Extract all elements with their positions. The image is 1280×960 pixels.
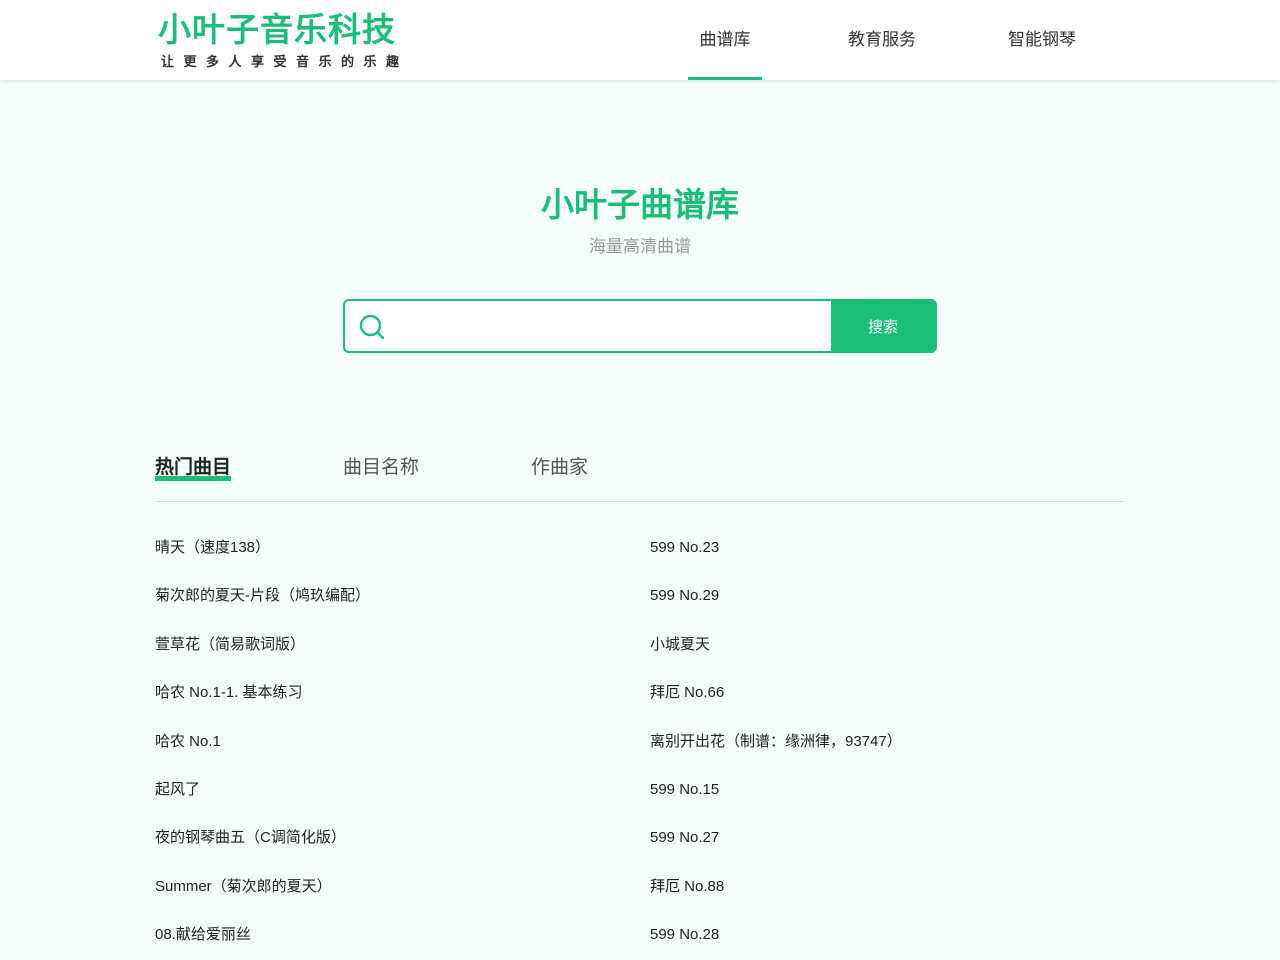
- song-list-right-column: 599 No.23 599 No.29 小城夏天 拜厄 No.66 离别开出花（…: [650, 524, 1120, 960]
- search-box: 搜索: [343, 299, 937, 353]
- list-item[interactable]: 599 No.29: [650, 572, 1120, 620]
- list-item[interactable]: 起风了: [155, 766, 625, 814]
- nav-item-smart-piano[interactable]: 智能钢琴: [1008, 0, 1076, 80]
- list-item[interactable]: 599 No.15: [650, 766, 1120, 814]
- tab-song-names[interactable]: 曲目名称: [343, 447, 419, 487]
- list-item[interactable]: 599 No.27: [650, 814, 1120, 862]
- song-category-tabs: 热门曲目 曲目名称 作曲家: [155, 447, 1125, 502]
- tab-popular-songs[interactable]: 热门曲目: [155, 447, 232, 487]
- list-item[interactable]: 菊次郎的夏天-片段（鸠玖编配）: [155, 572, 625, 620]
- search-button[interactable]: 搜索: [831, 301, 935, 351]
- song-list-left-column: 晴天（速度138） 菊次郎的夏天-片段（鸠玖编配） 萱草花（简易歌词版） 哈农 …: [155, 524, 625, 960]
- tab-composers[interactable]: 作曲家: [531, 447, 588, 487]
- nav-item-score-library[interactable]: 曲谱库: [688, 0, 762, 80]
- logo-title: 小叶子音乐科技: [158, 10, 396, 49]
- search-icon: [359, 314, 385, 340]
- list-item[interactable]: 哈农 No.1: [155, 718, 625, 766]
- logo-slogan: 让更多人享受音乐的乐趣: [161, 55, 409, 70]
- list-item[interactable]: 离别开出花（制谱：缘洲律，93747）: [650, 718, 1120, 766]
- list-item[interactable]: 小城夏天: [650, 621, 1120, 669]
- list-item[interactable]: 萱草花（简易歌词版）: [155, 621, 625, 669]
- list-item[interactable]: 599 No.23: [650, 524, 1120, 572]
- logo[interactable]: 小叶子音乐科技 让更多人享受音乐的乐趣: [158, 10, 409, 70]
- list-item[interactable]: Summer（菊次郎的夏天）: [155, 863, 625, 911]
- list-item[interactable]: 08.献给爱丽丝: [155, 911, 625, 959]
- page-title: 小叶子曲谱库: [541, 185, 739, 224]
- list-item[interactable]: 599 No.28: [650, 911, 1120, 959]
- list-item[interactable]: 拜厄 No.66: [650, 669, 1120, 717]
- nav-item-education-services[interactable]: 教育服务: [848, 0, 916, 80]
- site-header: 小叶子音乐科技 让更多人享受音乐的乐趣 曲谱库 教育服务 智能钢琴: [0, 0, 1280, 80]
- list-item[interactable]: 夜的钢琴曲五（C调简化版）: [155, 814, 625, 862]
- list-item[interactable]: 哈农 No.1-1. 基本练习: [155, 669, 625, 717]
- list-item[interactable]: 拜厄 No.88: [650, 863, 1120, 911]
- search-input[interactable]: [397, 301, 829, 351]
- page-subtitle: 海量高清曲谱: [589, 237, 691, 257]
- list-item[interactable]: 晴天（速度138）: [155, 524, 625, 572]
